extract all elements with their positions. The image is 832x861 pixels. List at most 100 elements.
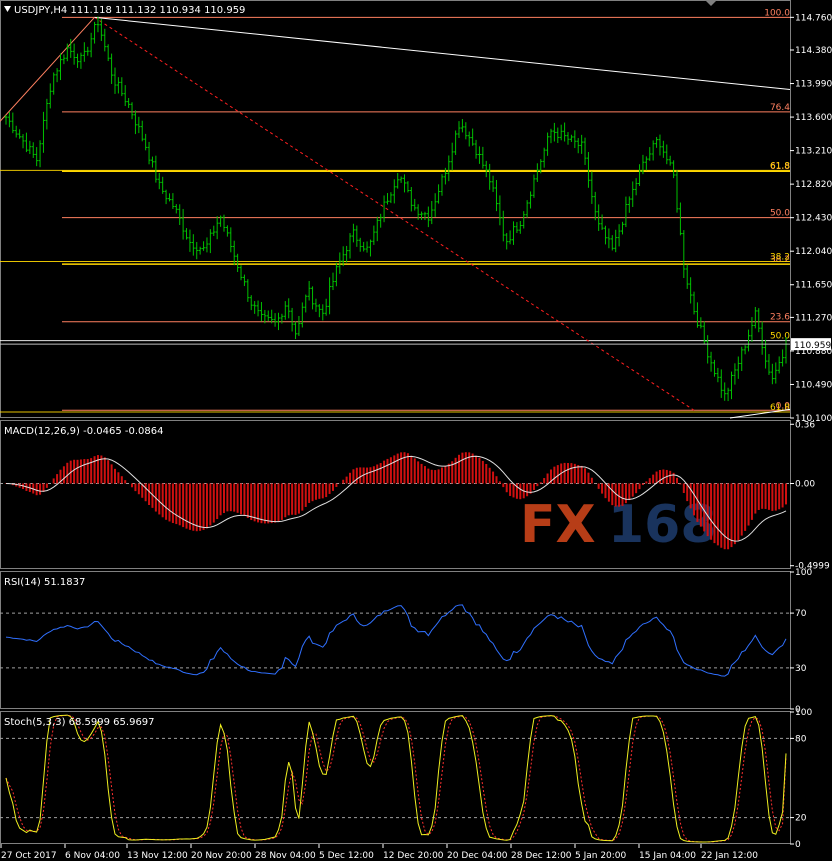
macd-histogram-bar <box>389 457 392 484</box>
macd-histogram-bar <box>492 471 495 484</box>
price-bar <box>450 142 454 171</box>
macd-histogram-bar <box>478 457 481 484</box>
price-bar <box>719 369 723 398</box>
price-bar <box>382 195 386 223</box>
price-bar <box>164 189 168 205</box>
price-bar <box>726 387 730 402</box>
price-bar <box>464 122 468 140</box>
fib-label: 76.4 <box>770 103 790 113</box>
macd-histogram-bar <box>655 471 658 484</box>
price-panel-frame <box>0 0 791 418</box>
macd-histogram-bar <box>737 483 740 541</box>
price-bar <box>86 46 90 56</box>
price-bar <box>161 176 165 194</box>
price-bar <box>743 345 747 355</box>
x-tick-label: 28 Nov 04:00 <box>255 851 316 861</box>
scroll-marker-icon[interactable] <box>706 1 716 6</box>
price-bar <box>471 128 475 146</box>
macd-histogram-bar <box>168 483 171 522</box>
macd-histogram-bar <box>62 466 65 484</box>
price-bar <box>188 229 192 252</box>
price-bar <box>437 184 441 204</box>
price-bar <box>498 195 502 226</box>
macd-histogram-bar <box>39 483 42 495</box>
macd-histogram-bar <box>134 483 137 492</box>
macd-histogram-bar <box>73 459 76 484</box>
y-tick-label: 80 <box>795 734 807 744</box>
rsi-panel <box>0 604 790 677</box>
price-bar <box>525 200 529 218</box>
price-bar <box>297 315 301 337</box>
macd-histogram-bar <box>781 483 784 508</box>
price-bar <box>300 302 304 328</box>
price-panel: 100.076.461.850.038.223.60.061.850.038.2… <box>0 8 790 419</box>
macd-histogram-bar <box>577 465 580 484</box>
price-bar <box>338 252 342 274</box>
stoch-main-line <box>5 714 787 843</box>
macd-histogram-bar <box>720 483 723 548</box>
macd-histogram-bar <box>567 463 570 484</box>
price-bar <box>362 241 366 252</box>
price-bar <box>770 363 774 385</box>
price-bar <box>140 120 144 142</box>
price-bar <box>750 317 754 342</box>
price-bar <box>549 128 553 144</box>
y-tick-label: 30 <box>795 664 807 674</box>
price-bar <box>358 237 362 252</box>
price-bar <box>733 363 737 385</box>
macd-histogram-bar <box>580 465 583 484</box>
price-bar <box>648 147 652 161</box>
macd-histogram-bar <box>83 459 86 484</box>
macd-histogram-bar <box>624 483 627 504</box>
y-tick-label: 112.040 <box>795 247 832 257</box>
macd-histogram-bar <box>117 472 120 484</box>
macd-histogram-bar <box>645 481 648 484</box>
price-bar <box>423 211 427 221</box>
price-bar <box>678 202 682 236</box>
price-bar <box>607 228 611 249</box>
y-tick-label: 114.380 <box>795 46 832 56</box>
y-tick-label: 20 <box>795 814 807 824</box>
price-bar <box>205 237 209 253</box>
price-bar <box>440 174 444 196</box>
price-bar <box>242 274 246 287</box>
price-bar <box>31 142 35 158</box>
macd-histogram-bar <box>587 472 590 484</box>
price-bar <box>644 156 648 171</box>
chart-canvas[interactable]: FX 168 100.076.461.850.038.223.60.061.85… <box>0 0 832 861</box>
price-bar <box>215 216 219 240</box>
macd-histogram-bar <box>45 483 48 488</box>
x-tick-label: 28 Dec 12:00 <box>511 851 572 861</box>
macd-histogram-bar <box>628 483 631 501</box>
macd-histogram-bar <box>280 483 283 520</box>
watermark-fx: FX <box>520 495 596 555</box>
price-bar <box>403 174 407 193</box>
triangle-down-icon[interactable] <box>4 6 11 12</box>
price-bar <box>590 171 594 204</box>
y-tick-label: 113.210 <box>795 147 832 157</box>
price-bar <box>256 300 260 317</box>
macd-histogram-bar <box>410 455 413 484</box>
x-tick-label: 5 Jan 20:00 <box>575 851 627 861</box>
price-bar <box>781 349 785 367</box>
price-bar <box>477 146 481 164</box>
macd-histogram-bar <box>778 483 781 510</box>
macd-histogram-bar <box>178 483 181 526</box>
macd-histogram-bar <box>495 476 498 484</box>
price-bar <box>195 241 199 260</box>
macd-histogram-bar <box>604 483 607 499</box>
price-bar <box>494 179 498 212</box>
price-bar <box>58 53 62 81</box>
stoch-signal-line <box>5 714 787 843</box>
price-bar <box>225 225 229 237</box>
macd-histogram-bar <box>461 452 464 484</box>
macd-histogram-bar <box>311 483 314 502</box>
macd-histogram-bar <box>253 483 256 522</box>
price-bar <box>106 44 110 62</box>
price-bar <box>392 179 396 204</box>
price-bar <box>580 134 584 154</box>
macd-histogram-bar <box>321 483 324 499</box>
price-bar <box>389 192 393 204</box>
price-bar <box>692 291 696 315</box>
macd-histogram-bar <box>641 483 644 485</box>
